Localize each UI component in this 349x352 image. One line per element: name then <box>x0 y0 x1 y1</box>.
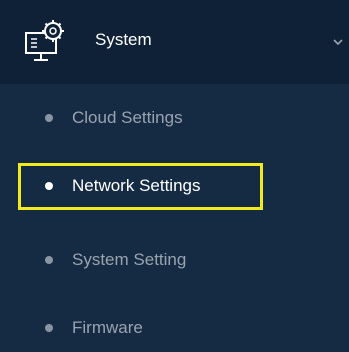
menu-item-cloud-settings[interactable]: Cloud Settings <box>0 98 349 138</box>
menu-item-label: System Setting <box>72 250 187 269</box>
bullet-icon <box>45 114 53 122</box>
sidebar-menu: System Cloud Settings Network Settings S… <box>0 0 349 352</box>
bullet-icon <box>45 256 53 264</box>
system-settings-icon <box>25 20 64 61</box>
selection-highlight <box>18 163 263 210</box>
menu-item-label: Firmware <box>72 318 143 337</box>
bullet-icon <box>45 324 53 332</box>
menu-group-label: System <box>95 30 152 49</box>
menu-item-label: Cloud Settings <box>72 108 183 127</box>
menu-item-firmware[interactable]: Firmware <box>0 308 349 348</box>
chevron-down-icon[interactable] <box>333 38 343 46</box>
menu-group-system[interactable]: System <box>0 0 349 84</box>
menu-item-system-setting[interactable]: System Setting <box>0 240 349 280</box>
